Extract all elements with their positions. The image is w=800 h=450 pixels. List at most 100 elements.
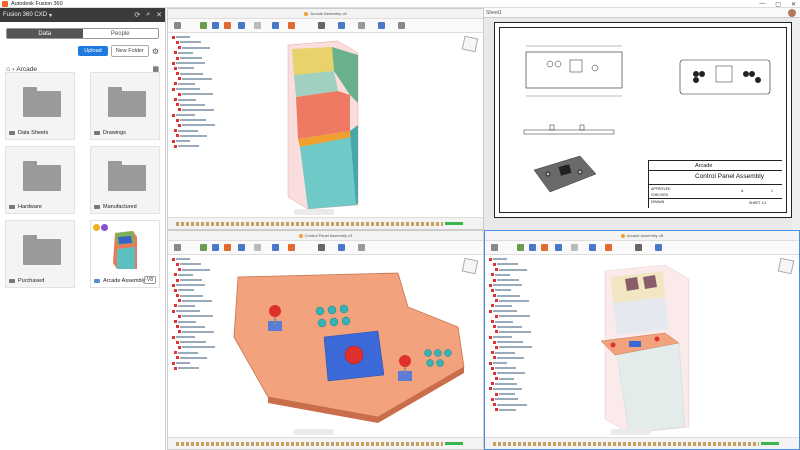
visibility-icon[interactable] <box>174 288 177 292</box>
visibility-icon[interactable] <box>172 335 175 339</box>
visibility-icon[interactable] <box>176 118 179 122</box>
visibility-icon[interactable] <box>178 314 181 318</box>
visibility-icon[interactable] <box>495 345 498 349</box>
maximize-button[interactable]: ▢ <box>775 1 781 8</box>
browser-node[interactable] <box>489 397 543 402</box>
visibility-icon[interactable] <box>176 325 179 329</box>
browser-node[interactable] <box>489 366 543 371</box>
browser-node[interactable] <box>489 361 543 366</box>
version-badge[interactable]: V8 <box>143 276 156 284</box>
browser-node[interactable] <box>172 66 226 71</box>
visibility-icon[interactable] <box>176 56 179 60</box>
viewport-title[interactable]: Control Panel Assembly v3 <box>305 233 353 238</box>
drawing-window[interactable]: Sheet1 Arcade Control Panel Assembly APP… <box>484 8 800 230</box>
avatar[interactable] <box>788 9 796 17</box>
browser-node[interactable] <box>489 262 543 267</box>
browser-node[interactable] <box>489 345 543 350</box>
browser-node[interactable] <box>172 330 226 335</box>
browser-node[interactable] <box>172 71 226 76</box>
visibility-icon[interactable] <box>495 330 498 334</box>
browser-node[interactable] <box>489 278 543 283</box>
visibility-icon[interactable] <box>174 51 177 55</box>
browser-node[interactable] <box>172 144 226 149</box>
browser-node[interactable] <box>489 387 543 392</box>
browser-node[interactable] <box>172 278 226 283</box>
visibility-icon[interactable] <box>172 257 175 261</box>
visibility-icon[interactable] <box>178 299 181 303</box>
timeline[interactable] <box>168 217 483 229</box>
browser-node[interactable] <box>489 304 543 309</box>
visibility-icon[interactable] <box>174 273 177 277</box>
gear-icon[interactable]: ⚙ <box>152 47 159 56</box>
visibility-icon[interactable] <box>172 283 175 287</box>
visibility-icon[interactable] <box>176 356 179 360</box>
visibility-icon[interactable] <box>178 330 181 334</box>
browser-node[interactable] <box>172 139 226 144</box>
browser-node[interactable] <box>489 299 543 304</box>
browser-node[interactable] <box>172 283 226 288</box>
visibility-icon[interactable] <box>174 66 177 70</box>
browser-node[interactable] <box>489 293 543 298</box>
visibility-icon[interactable] <box>493 325 496 329</box>
navigation-bar[interactable] <box>294 429 334 435</box>
visibility-icon[interactable] <box>172 35 175 39</box>
folder-card[interactable]: Manufactured <box>90 146 160 214</box>
browser-node[interactable] <box>172 288 226 293</box>
visibility-icon[interactable] <box>489 335 492 339</box>
visibility-icon[interactable] <box>491 382 494 386</box>
visibility-icon[interactable] <box>172 113 175 117</box>
visibility-icon[interactable] <box>178 77 181 81</box>
visibility-icon[interactable] <box>489 283 492 287</box>
browser-node[interactable] <box>489 340 543 345</box>
visibility-icon[interactable] <box>491 304 494 308</box>
visibility-icon[interactable] <box>174 82 177 86</box>
browser-node[interactable] <box>172 56 226 61</box>
browser-node[interactable] <box>172 61 226 66</box>
browser-node[interactable] <box>172 267 226 272</box>
upload-button[interactable]: Upload <box>78 46 108 56</box>
browser-node[interactable] <box>489 288 543 293</box>
refresh-icon[interactable]: ⟳ <box>134 11 140 19</box>
visibility-icon[interactable] <box>176 262 179 266</box>
browser-node[interactable] <box>172 45 226 50</box>
tab-data[interactable]: Data <box>7 29 83 38</box>
visibility-icon[interactable] <box>174 320 177 324</box>
timeline[interactable] <box>168 437 483 449</box>
browser-node[interactable] <box>489 392 543 397</box>
minimize-button[interactable]: — <box>759 1 765 7</box>
visibility-icon[interactable] <box>495 377 498 381</box>
visibility-icon[interactable] <box>495 314 498 318</box>
visibility-icon[interactable] <box>491 288 494 292</box>
browser-node[interactable] <box>172 128 226 133</box>
navigation-bar[interactable] <box>294 209 334 215</box>
visibility-icon[interactable] <box>489 257 492 261</box>
team-chevron-icon[interactable]: ▾ <box>49 12 52 19</box>
navigation-bar[interactable] <box>610 429 651 435</box>
visibility-icon[interactable] <box>174 98 177 102</box>
browser-node[interactable] <box>172 293 226 298</box>
browser-node[interactable] <box>489 257 543 262</box>
visibility-icon[interactable] <box>176 103 179 107</box>
team-name[interactable]: Fusion 360 CXD <box>3 12 47 18</box>
visibility-icon[interactable] <box>491 351 494 355</box>
viewport-title[interactable]: Arcade Assembly v8 <box>627 233 663 238</box>
viewport-arcade-transparent[interactable]: Arcade Assembly v8 <box>484 230 800 450</box>
visibility-icon[interactable] <box>491 397 494 401</box>
visibility-icon[interactable] <box>489 387 492 391</box>
browser-node[interactable] <box>172 35 226 40</box>
visibility-icon[interactable] <box>493 356 496 360</box>
browser-node[interactable] <box>489 356 543 361</box>
browser-node[interactable] <box>172 361 226 366</box>
visibility-icon[interactable] <box>495 392 498 396</box>
browser-node[interactable] <box>172 113 226 118</box>
browser-node[interactable] <box>489 371 543 376</box>
browser-node[interactable] <box>172 102 226 107</box>
visibility-icon[interactable] <box>495 299 498 303</box>
visibility-icon[interactable] <box>172 361 175 365</box>
visibility-icon[interactable] <box>493 403 496 407</box>
browser-node[interactable] <box>172 319 226 324</box>
browser-node[interactable] <box>489 382 543 387</box>
visibility-icon[interactable] <box>491 273 494 277</box>
browser-node[interactable] <box>489 324 543 329</box>
visibility-icon[interactable] <box>491 366 494 370</box>
